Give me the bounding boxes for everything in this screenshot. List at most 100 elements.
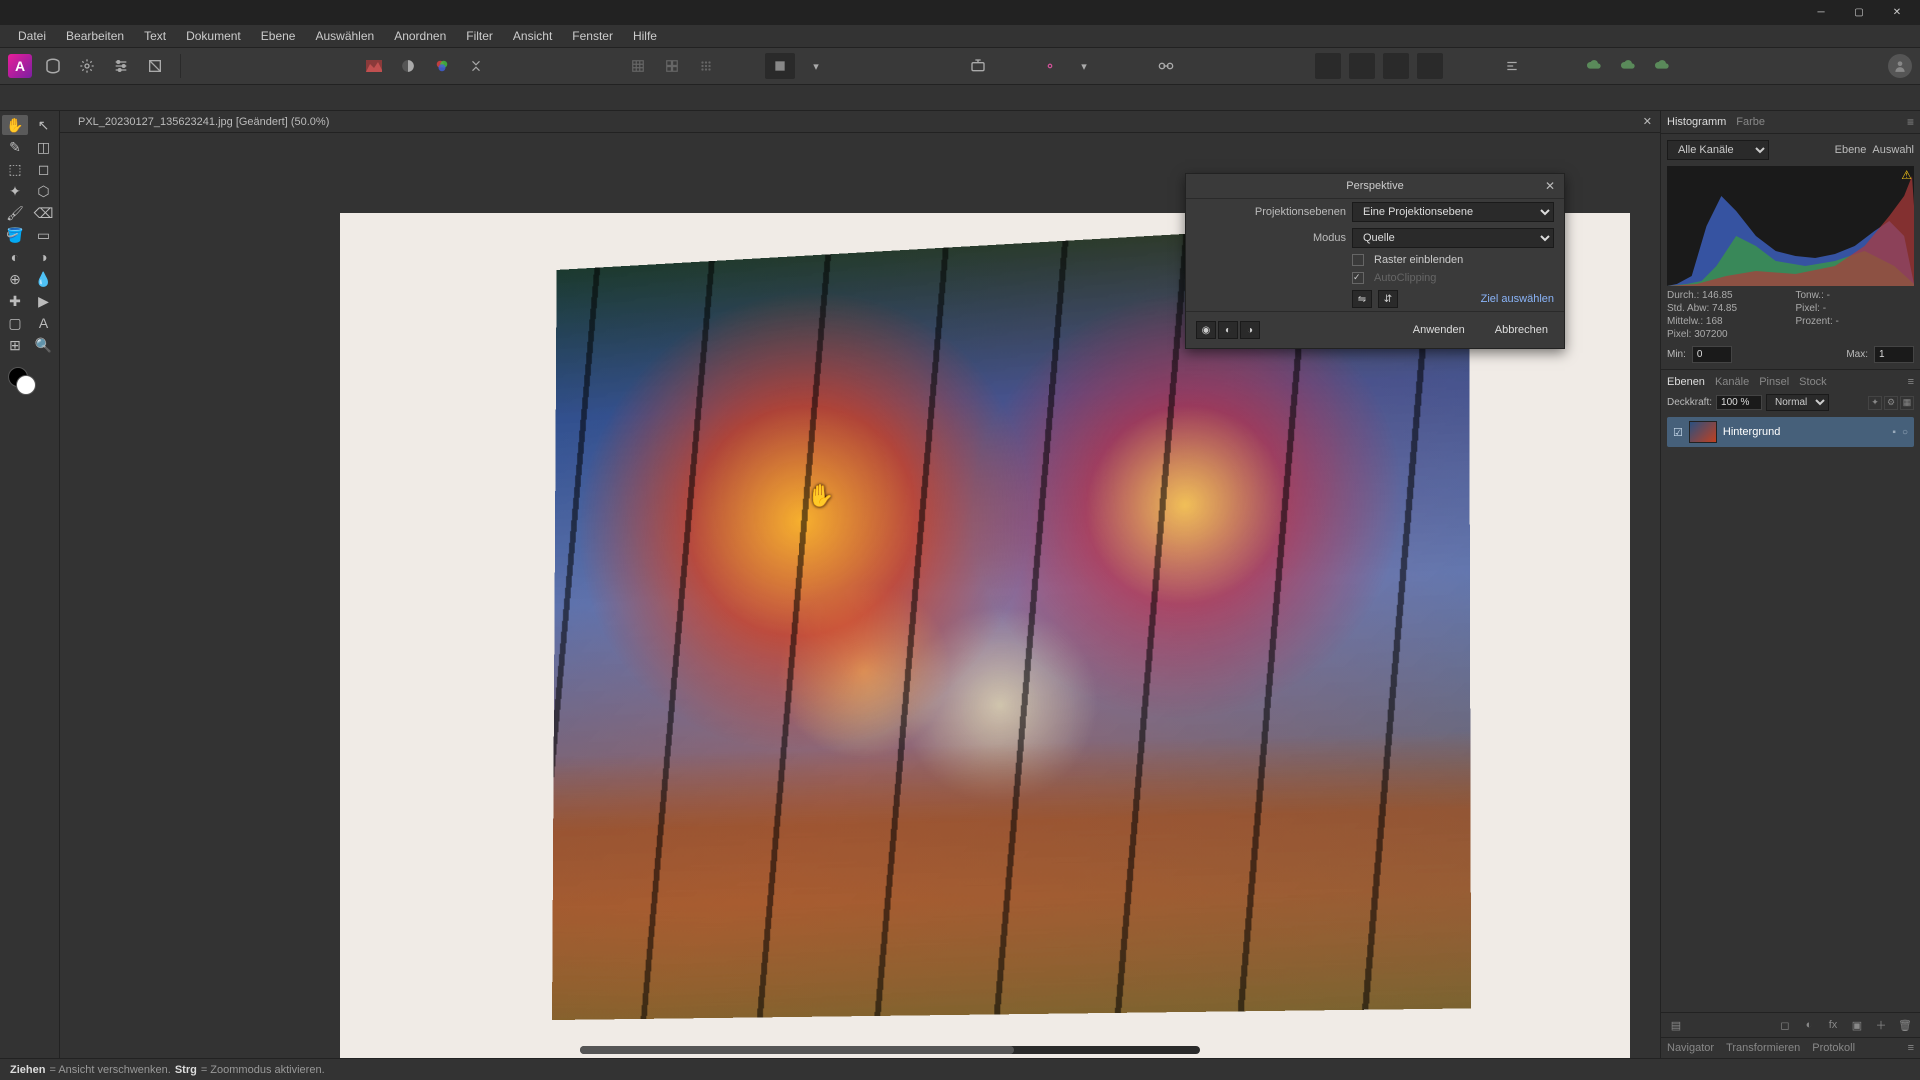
autolevels-icon[interactable] bbox=[361, 53, 387, 79]
shape-tool-icon[interactable]: ▢ bbox=[2, 313, 28, 333]
sub-menu-icon[interactable]: ≡ bbox=[1908, 1042, 1914, 1054]
tab-navigator[interactable]: Navigator bbox=[1667, 1042, 1714, 1054]
menu-bearbeiten[interactable]: Bearbeiten bbox=[56, 26, 134, 46]
menu-ansicht[interactable]: Ansicht bbox=[503, 26, 562, 46]
split-icon[interactable]: ◐ bbox=[1218, 321, 1238, 339]
flood-select-icon[interactable]: ✦ bbox=[2, 181, 28, 201]
flip-v-icon[interactable]: ⇵ bbox=[1378, 290, 1398, 308]
hist-selection-button[interactable]: Auswahl bbox=[1872, 144, 1914, 156]
menu-auswaehlen[interactable]: Auswählen bbox=[305, 26, 384, 46]
btn-a-icon[interactable] bbox=[1315, 53, 1341, 79]
menu-hilfe[interactable]: Hilfe bbox=[623, 26, 667, 46]
hist-layer-button[interactable]: Ebene bbox=[1835, 144, 1867, 156]
horizontal-scrollbar[interactable] bbox=[580, 1046, 1200, 1054]
layer-fx-icon[interactable]: ✦ bbox=[1868, 396, 1882, 410]
layers-menu-icon[interactable]: ≡ bbox=[1908, 376, 1914, 388]
panel-menu-icon[interactable]: ≡ bbox=[1907, 115, 1914, 129]
fill-icon[interactable] bbox=[765, 53, 795, 79]
dialog-close-icon[interactable]: ✕ bbox=[1542, 178, 1558, 194]
erase-brush-icon[interactable]: ⌫ bbox=[31, 203, 57, 223]
cloud1-icon[interactable] bbox=[1581, 53, 1607, 79]
grid-snap3-icon[interactable] bbox=[693, 53, 719, 79]
menu-dokument[interactable]: Dokument bbox=[176, 26, 251, 46]
persona-tonemap-icon[interactable] bbox=[142, 53, 168, 79]
zoom-tool-icon[interactable]: 🔍 bbox=[31, 335, 57, 355]
apply-button[interactable]: Anwenden bbox=[1407, 320, 1471, 340]
layer-link-icon[interactable]: ○ bbox=[1902, 427, 1908, 438]
color-swatch[interactable] bbox=[2, 363, 57, 393]
group-icon[interactable]: ▣ bbox=[1848, 1017, 1866, 1033]
btn-b-icon[interactable] bbox=[1349, 53, 1375, 79]
layer-visibility-icon[interactable]: ☑ bbox=[1673, 426, 1683, 439]
channel-select[interactable]: Alle Kanäle bbox=[1667, 140, 1769, 160]
opacity-input[interactable] bbox=[1716, 395, 1762, 410]
selection-brush-icon[interactable]: ⬚ bbox=[2, 159, 28, 179]
tab-layers[interactable]: Ebenen bbox=[1667, 376, 1705, 388]
layer-filter-icon[interactable]: ▤ bbox=[1667, 1017, 1685, 1033]
burn-tool-icon[interactable]: ◑ bbox=[31, 247, 57, 267]
dropdown-icon[interactable]: ▾ bbox=[803, 53, 829, 79]
gradient-tool-icon[interactable]: ▭ bbox=[31, 225, 57, 245]
minimize-button[interactable]: ─ bbox=[1802, 1, 1840, 25]
crop-tool-icon[interactable]: ◫ bbox=[31, 137, 57, 157]
menu-ebene[interactable]: Ebene bbox=[251, 26, 306, 46]
move-tool-icon[interactable]: ↖ bbox=[31, 115, 57, 135]
crop-overlay-icon[interactable] bbox=[1037, 53, 1063, 79]
assistant-icon[interactable] bbox=[965, 53, 991, 79]
projection-select[interactable]: Eine Projektionsebene bbox=[1352, 202, 1554, 222]
align-icon[interactable] bbox=[1499, 53, 1525, 79]
select-target-link[interactable]: Ziel auswählen bbox=[1404, 293, 1554, 305]
smudge-tool-icon[interactable]: 💧 bbox=[31, 269, 57, 289]
document-tab-close-icon[interactable]: ✕ bbox=[1643, 115, 1660, 128]
mode-select[interactable]: Quelle bbox=[1352, 228, 1554, 248]
layer-cog-icon[interactable]: ⚙ bbox=[1884, 396, 1898, 410]
grid-snap-icon[interactable] bbox=[625, 53, 651, 79]
persona-liquify-icon[interactable] bbox=[74, 53, 100, 79]
clone-tool-icon[interactable]: ⊕ bbox=[2, 269, 28, 289]
hist-max-input[interactable] bbox=[1874, 346, 1914, 363]
add-layer-icon[interactable]: ＋ bbox=[1872, 1017, 1890, 1033]
hist-min-input[interactable] bbox=[1692, 346, 1732, 363]
blend-mode-select[interactable]: Normal bbox=[1766, 394, 1829, 411]
close-button[interactable]: ✕ bbox=[1878, 1, 1916, 25]
link-icon[interactable] bbox=[1153, 53, 1179, 79]
layer-row[interactable]: ☑ Hintergrund ▪ ○ bbox=[1667, 417, 1914, 447]
dodge-tool-icon[interactable]: ◐ bbox=[2, 247, 28, 267]
tab-color[interactable]: Farbe bbox=[1736, 116, 1765, 128]
before-icon[interactable]: ◉ bbox=[1196, 321, 1216, 339]
account-avatar-icon[interactable] bbox=[1888, 54, 1912, 78]
show-grid-checkbox[interactable] bbox=[1352, 254, 1364, 266]
viewport[interactable]: ✋ Perspektive ✕ Projektionsebenen Eine P… bbox=[60, 133, 1660, 1058]
healing-tool-icon[interactable]: ✚ bbox=[2, 291, 28, 311]
autocontrast-icon[interactable] bbox=[395, 53, 421, 79]
mask-add-icon[interactable]: ◻ bbox=[1776, 1017, 1794, 1033]
mesh-tool-icon[interactable]: ⊞ bbox=[2, 335, 28, 355]
layer-mask-icon[interactable]: ▦ bbox=[1900, 396, 1914, 410]
menu-anordnen[interactable]: Anordnen bbox=[384, 26, 456, 46]
menu-filter[interactable]: Filter bbox=[456, 26, 503, 46]
grid-snap2-icon[interactable] bbox=[659, 53, 685, 79]
btn-c-icon[interactable] bbox=[1383, 53, 1409, 79]
layer-lock-icon[interactable]: ▪ bbox=[1892, 427, 1896, 438]
fill-tool-icon[interactable]: 🪣 bbox=[2, 225, 28, 245]
autocolors-icon[interactable] bbox=[429, 53, 455, 79]
delete-layer-icon[interactable]: 🗑 bbox=[1896, 1017, 1914, 1033]
menu-fenster[interactable]: Fenster bbox=[562, 26, 623, 46]
menu-datei[interactable]: Datei bbox=[8, 26, 56, 46]
tab-stock[interactable]: Stock bbox=[1799, 376, 1827, 388]
persona-develop-icon[interactable] bbox=[108, 53, 134, 79]
marquee-tool-icon[interactable]: ◻ bbox=[31, 159, 57, 179]
dropdown2-icon[interactable]: ▾ bbox=[1071, 53, 1097, 79]
tab-channels[interactable]: Kanäle bbox=[1715, 376, 1749, 388]
cancel-button[interactable]: Abbrechen bbox=[1489, 320, 1554, 340]
persona-photo-icon[interactable] bbox=[40, 53, 66, 79]
pen-tool-icon[interactable]: ▶ bbox=[31, 291, 57, 311]
text-tool-icon[interactable]: A bbox=[31, 313, 57, 333]
tab-brushes[interactable]: Pinsel bbox=[1759, 376, 1789, 388]
autowb-icon[interactable] bbox=[463, 53, 489, 79]
tab-transform[interactable]: Transformieren bbox=[1726, 1042, 1800, 1054]
paint-brush-icon[interactable]: 🖌 bbox=[2, 203, 28, 223]
hand-tool-icon[interactable]: ✋ bbox=[2, 115, 28, 135]
btn-d-icon[interactable] bbox=[1417, 53, 1443, 79]
document-tab[interactable]: PXL_20230127_135623241.jpg [Geändert] (5… bbox=[68, 114, 339, 130]
